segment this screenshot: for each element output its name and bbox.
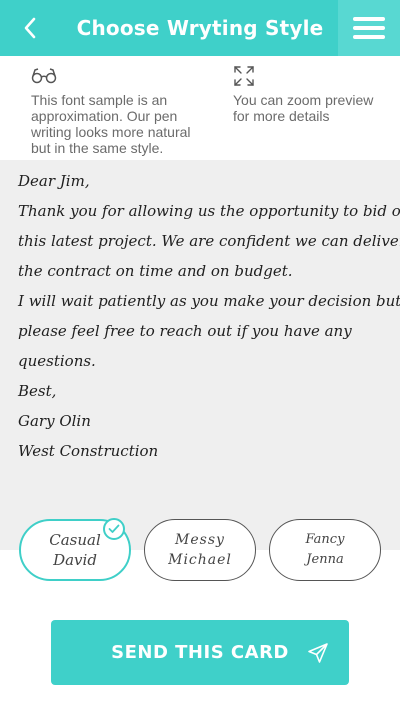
letter-text: Dear Jim, Thank you for allowing us the …: [18, 166, 400, 466]
style-name-line1: Casual: [49, 531, 101, 549]
letter-line: Best,: [18, 382, 57, 400]
selected-check-icon: [103, 518, 125, 540]
app-header: Choose Wryting Style: [0, 0, 400, 56]
style-option-messy-michael[interactable]: Messy Michael: [144, 519, 256, 581]
letter-line: questions.: [18, 352, 96, 370]
letter-line: I will wait patiently as you make your d…: [18, 292, 400, 310]
style-name-line2: Michael: [168, 552, 232, 568]
style-name-line1: Fancy: [305, 532, 345, 547]
letter-line: Thank you for allowing us the opportunit…: [18, 202, 400, 220]
chevron-left-icon: [24, 17, 36, 39]
style-name-line2: Jenna: [306, 552, 344, 567]
glasses-icon: [31, 68, 57, 84]
font-approximation-text: This font sample is an approximation. Ou…: [31, 92, 191, 156]
style-option-fancy-jenna[interactable]: Fancy Jenna: [269, 519, 381, 581]
menu-button[interactable]: [338, 0, 400, 56]
page-title: Choose Wryting Style: [76, 16, 324, 40]
hamburger-menu-icon: [353, 17, 385, 39]
handwriting-preview[interactable]: Dear Jim, Thank you for allowing us the …: [0, 160, 400, 550]
expand-icon: [234, 66, 254, 86]
letter-line: the contract on time and on budget.: [18, 262, 293, 280]
paper-plane-icon: [308, 643, 328, 663]
letter-line: Dear Jim,: [18, 172, 90, 190]
style-option-casual-david[interactable]: Casual David: [19, 518, 131, 581]
font-approximation-note: This font sample is an approximation. Ou…: [31, 64, 211, 156]
info-section: This font sample is an approximation. Ou…: [0, 56, 400, 160]
letter-line: West Construction: [18, 442, 159, 460]
letter-line: this latest project. We are confident we…: [18, 232, 400, 250]
letter-line: Gary Olin: [18, 412, 91, 430]
letter-line: please feel free to reach out if you hav…: [18, 322, 352, 340]
send-card-label: SEND THIS CARD: [111, 642, 289, 663]
zoom-hint: You can zoom preview for more details: [233, 64, 393, 124]
send-card-button[interactable]: SEND THIS CARD: [51, 620, 349, 685]
style-picker: Casual David Messy Michael Fancy Jenna: [0, 517, 400, 583]
style-name-line1: Messy: [175, 532, 225, 548]
style-name-line2: David: [53, 551, 97, 569]
back-button[interactable]: [12, 10, 48, 46]
zoom-hint-text: You can zoom preview for more details: [233, 92, 374, 124]
